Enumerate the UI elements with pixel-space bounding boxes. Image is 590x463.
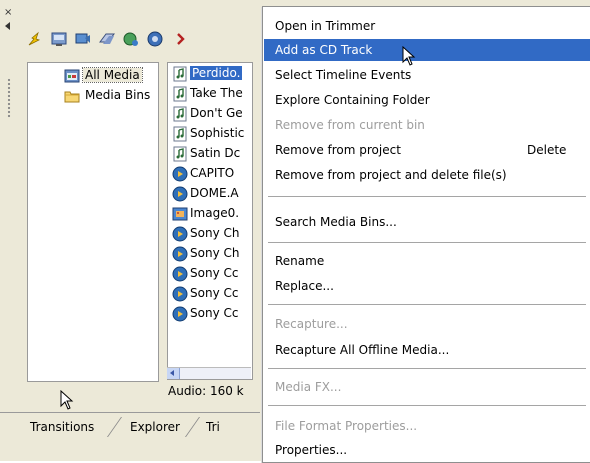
menu-item-recapture: Recapture... [275, 317, 348, 331]
audio-file-icon [172, 106, 188, 122]
tab-divider [184, 417, 201, 437]
toolbar [26, 30, 256, 58]
menu-item-search-media-bins[interactable]: Search Media Bins... [264, 211, 590, 233]
menu-item-add-as-cd-track[interactable]: Add as CD Track [264, 39, 590, 61]
tab-explorer[interactable]: Explorer [124, 418, 186, 436]
audio-file-icon [172, 66, 188, 82]
list-item-label: DOME.A [190, 186, 239, 200]
shortcut-label: Delete [527, 143, 567, 157]
list-item-label: Sophistic [190, 126, 245, 140]
video-file-icon [172, 226, 188, 242]
menu-separator [268, 304, 586, 305]
menu-item-open-in-trimmer[interactable]: Open in Trimmer [264, 15, 590, 37]
menu-item-rename[interactable]: Rename [264, 250, 590, 272]
list-item[interactable]: Take The [172, 84, 243, 102]
list-item-label: Perdido. [190, 66, 243, 80]
list-item-label: Take The [190, 86, 243, 100]
list-item[interactable]: Perdido. [172, 64, 243, 82]
get-media-from-web-icon[interactable] [74, 30, 92, 48]
menu-item-media-fx: Media FX... [275, 380, 342, 394]
video-file-icon [172, 246, 188, 262]
list-item[interactable]: Sony Cc [172, 284, 238, 302]
list-item-label: Don't Ge [190, 106, 243, 120]
menu-item-remove-from-current-bin: Remove from current bin [275, 118, 425, 132]
video-file-icon [172, 306, 188, 322]
menu-separator [268, 242, 586, 243]
views-icon[interactable] [171, 30, 189, 48]
video-file-icon [172, 286, 188, 302]
list-item[interactable]: CAPITO [172, 164, 234, 182]
list-item-label: Sony Ch [190, 246, 240, 260]
list-item[interactable]: Satin Dc [172, 144, 240, 162]
menu-item-explore-containing-folder[interactable]: Explore Containing Folder [264, 89, 590, 111]
tab-transitions[interactable]: Transitions [24, 418, 101, 436]
menu-separator [268, 368, 586, 369]
context-menu: Open in Trimmer Add as CD Track Select T… [262, 6, 590, 463]
audio-file-icon [172, 86, 188, 102]
video-file-icon [172, 186, 188, 202]
media-tree: All Media Media Bins [27, 62, 159, 382]
tab-divider [106, 417, 123, 437]
horizontal-scrollbar[interactable] [167, 367, 251, 379]
menu-item-replace[interactable]: Replace... [264, 275, 590, 297]
list-item[interactable]: Image0. [172, 204, 239, 222]
scroll-left-button[interactable] [167, 368, 180, 379]
list-item-label: Sony Ch [190, 226, 240, 240]
list-item-label: Satin Dc [190, 146, 241, 160]
menu-separator [268, 405, 586, 406]
tree-item-media-bins[interactable]: Media Bins [64, 87, 152, 103]
list-item[interactable]: Sony Cc [172, 304, 238, 322]
menu-item-remove-and-delete[interactable]: Remove from project and delete file(s) [264, 164, 590, 186]
tree-item-all-media[interactable]: All Media [64, 67, 143, 83]
audio-file-icon [172, 146, 188, 162]
video-file-icon [172, 166, 188, 182]
collapse-arrow-icon[interactable] [5, 22, 10, 30]
tab-trimmer[interactable]: Tri [200, 418, 226, 436]
list-item-label: Sony Cc [190, 266, 239, 280]
list-item-label: Sony Cc [190, 306, 239, 320]
list-item[interactable]: Don't Ge [172, 104, 243, 122]
tree-item-label: All Media [82, 67, 143, 83]
drag-handle-icon[interactable] [7, 78, 11, 118]
status-text: Audio: 160 k [168, 384, 244, 398]
tree-item-label: Media Bins [85, 88, 151, 102]
video-file-icon [172, 266, 188, 282]
menu-item-file-format-properties: File Format Properties... [275, 419, 418, 433]
audio-file-icon [172, 126, 188, 142]
mouse-cursor-icon [402, 45, 418, 66]
window-grip[interactable]: × [4, 8, 14, 118]
extract-audio-icon[interactable] [98, 30, 116, 48]
menu-item-properties[interactable]: Properties... [264, 439, 590, 461]
folder-icon [64, 89, 80, 103]
media-list: Perdido. Take The Don't Ge Sophistic Sat… [167, 62, 253, 380]
import-media-icon[interactable] [26, 30, 44, 48]
menu-item-select-timeline-events[interactable]: Select Timeline Events [264, 64, 590, 86]
list-item-label: Sony Cc [190, 286, 239, 300]
image-file-icon [172, 206, 188, 222]
menu-item-recapture-all-offline[interactable]: Recapture All Offline Media... [264, 339, 590, 361]
list-item[interactable]: Sophistic [172, 124, 244, 142]
search-media-icon[interactable] [146, 30, 164, 48]
list-item[interactable]: Sony Cc [172, 264, 238, 282]
capture-video-icon[interactable] [50, 30, 68, 48]
all-media-icon [64, 69, 80, 83]
close-icon[interactable]: × [4, 8, 12, 18]
mouse-cursor-icon [60, 389, 76, 410]
list-item-label: Image0. [190, 206, 240, 220]
media-bin-icon[interactable] [122, 30, 140, 48]
list-item[interactable]: Sony Ch [172, 244, 239, 262]
list-item[interactable]: DOME.A [172, 184, 239, 202]
list-item-label: CAPITO [190, 166, 235, 180]
list-item[interactable]: Sony Ch [172, 224, 239, 242]
menu-item-remove-from-project[interactable]: Remove from project Delete [264, 139, 590, 161]
tab-strip: Transitions Explorer Tri [0, 412, 260, 443]
menu-separator [268, 196, 586, 197]
